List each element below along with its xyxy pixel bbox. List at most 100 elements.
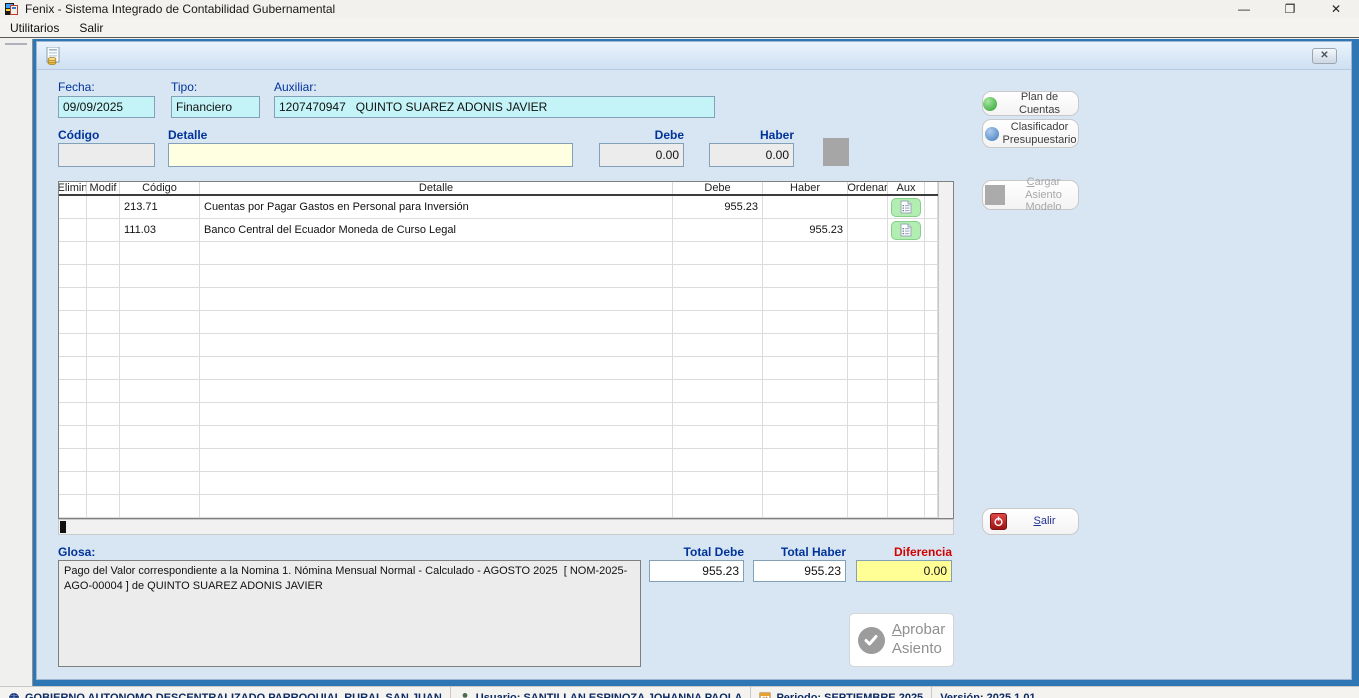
table-row-empty[interactable]	[59, 449, 938, 472]
grid-header: Elimin Modif Código Detalle Debe Haber O…	[59, 182, 938, 196]
gray-square-icon	[985, 185, 1005, 205]
check-circle-icon	[858, 627, 885, 654]
blue-sphere-icon	[985, 127, 999, 141]
detalle-cell: Banco Central del Ecuador Moneda de Curs…	[200, 219, 673, 241]
collapsed-side-panel[interactable]	[0, 39, 33, 686]
user-icon	[459, 692, 471, 698]
organization-icon	[8, 692, 20, 698]
glosa-label: Glosa:	[58, 545, 95, 559]
titlebar: Fenix - Sistema Integrado de Contabilida…	[0, 0, 1359, 18]
table-row-empty[interactable]	[59, 242, 938, 265]
statusbar-user: Usuario: SANTILLAN ESPINOZA JOHANNA PAOL…	[451, 687, 751, 698]
green-sphere-icon	[983, 97, 997, 111]
debe-cell	[673, 219, 763, 241]
grid-vertical-scrollbar[interactable]	[938, 182, 953, 518]
clasificador-label: ClasificadorPresupuestario	[1003, 121, 1077, 146]
mdi-background: ✕ Fecha: Tipo: Auxiliar: Código Detalle …	[0, 39, 1359, 686]
cargar-asiento-label: Cargar AsientoModelo	[1009, 176, 1078, 214]
menubar: Utilitarios Salir	[0, 18, 1359, 38]
col-modif: Modif	[87, 182, 120, 194]
aprobar-asiento-button[interactable]: AprobarAsiento	[849, 613, 954, 667]
power-icon	[990, 513, 1007, 530]
document-list-icon	[900, 223, 912, 237]
menu-salir[interactable]: Salir	[69, 19, 113, 37]
statusbar-entity: GOBIERNO AUTONOMO DESCENTRALIZADO PARROQ…	[0, 687, 450, 698]
diferencia-label: Diferencia	[856, 545, 952, 559]
elimin-cell[interactable]	[59, 219, 87, 241]
menu-utilitarios[interactable]: Utilitarios	[0, 19, 69, 37]
child-window-strip: ✕	[37, 42, 1351, 70]
table-row-empty[interactable]	[59, 380, 938, 403]
filler-cell	[925, 219, 938, 241]
plan-de-cuentas-button[interactable]: Plan de Cuentas	[982, 91, 1079, 116]
total-debe-value: 955.23	[649, 560, 744, 582]
filler-cell	[925, 196, 938, 218]
table-row[interactable]: 111.03 Banco Central del Ecuador Moneda …	[59, 219, 938, 242]
table-row-empty[interactable]	[59, 265, 938, 288]
total-haber-value: 955.23	[753, 560, 846, 582]
salir-button[interactable]: Salir	[982, 508, 1079, 535]
auxiliar-label: Auxiliar:	[274, 80, 317, 94]
clasificador-presupuestario-button[interactable]: ClasificadorPresupuestario	[982, 119, 1079, 148]
calendar-icon	[759, 692, 771, 698]
minimize-button[interactable]: —	[1221, 0, 1267, 18]
codigo-input[interactable]	[58, 143, 155, 167]
debe-input[interactable]	[599, 143, 684, 167]
diferencia-value: 0.00	[856, 560, 952, 582]
cargar-asiento-modelo-button[interactable]: Cargar AsientoModelo	[982, 180, 1079, 210]
aprobar-label: AprobarAsiento	[892, 621, 945, 659]
table-row-empty[interactable]	[59, 403, 938, 426]
add-entry-square-button[interactable]	[823, 138, 849, 166]
elimin-cell[interactable]	[59, 196, 87, 218]
restore-button[interactable]: ❐	[1267, 0, 1313, 18]
haber-label: Haber	[709, 128, 794, 142]
asiento-contable-form: ✕ Fecha: Tipo: Auxiliar: Código Detalle …	[36, 41, 1352, 680]
hscroll-thumb[interactable]	[60, 521, 66, 533]
app-icon	[5, 2, 19, 16]
fecha-input[interactable]	[58, 96, 155, 118]
statusbar-period: Periodo: SEPTIEMBRE 2025	[751, 687, 931, 698]
application-window: Fenix - Sistema Integrado de Contabilida…	[0, 0, 1359, 698]
col-ordenar: Ordenar	[848, 182, 888, 194]
debe-label: Debe	[599, 128, 684, 142]
salir-label: Salir	[1011, 515, 1078, 528]
aux-document-button[interactable]	[891, 198, 921, 217]
panel-handle[interactable]	[5, 43, 27, 45]
detalle-cell: Cuentas por Pagar Gastos en Personal par…	[200, 196, 673, 218]
entries-grid[interactable]: Elimin Modif Código Detalle Debe Haber O…	[58, 181, 954, 519]
col-haber: Haber	[763, 182, 848, 194]
glosa-textarea[interactable]: Pago del Valor correspondiente a la Nomi…	[58, 560, 641, 667]
haber-input[interactable]	[709, 143, 794, 167]
table-row-empty[interactable]	[59, 495, 938, 518]
table-row-empty[interactable]	[59, 288, 938, 311]
window-title: Fenix - Sistema Integrado de Contabilida…	[25, 2, 335, 16]
debe-cell: 955.23	[673, 196, 763, 218]
auxiliar-input[interactable]	[274, 96, 715, 118]
ordenar-cell[interactable]	[848, 196, 888, 218]
tipo-label: Tipo:	[171, 80, 197, 94]
tipo-input[interactable]	[171, 96, 260, 118]
table-row-empty[interactable]	[59, 334, 938, 357]
table-row[interactable]: 213.71 Cuentas por Pagar Gastos en Perso…	[59, 196, 938, 219]
fecha-label: Fecha:	[58, 80, 95, 94]
document-coins-icon	[46, 47, 63, 65]
modif-cell[interactable]	[87, 196, 120, 218]
aux-document-button[interactable]	[891, 221, 921, 240]
document-list-icon	[900, 200, 912, 214]
close-button[interactable]: ✕	[1313, 0, 1359, 18]
haber-cell: 955.23	[763, 219, 848, 241]
total-debe-label: Total Debe	[649, 545, 744, 559]
table-row-empty[interactable]	[59, 426, 938, 449]
grid-horizontal-scrollbar[interactable]	[58, 519, 954, 535]
table-row-empty[interactable]	[59, 472, 938, 495]
codigo-cell: 111.03	[120, 219, 200, 241]
aux-cell	[888, 196, 925, 218]
table-row-empty[interactable]	[59, 311, 938, 334]
detalle-input[interactable]	[168, 143, 573, 167]
table-row-empty[interactable]	[59, 357, 938, 380]
ordenar-cell[interactable]	[848, 219, 888, 241]
grid-body: 213.71 Cuentas por Pagar Gastos en Perso…	[59, 196, 938, 518]
col-filler	[925, 182, 938, 194]
modif-cell[interactable]	[87, 219, 120, 241]
child-close-button[interactable]: ✕	[1312, 48, 1337, 64]
